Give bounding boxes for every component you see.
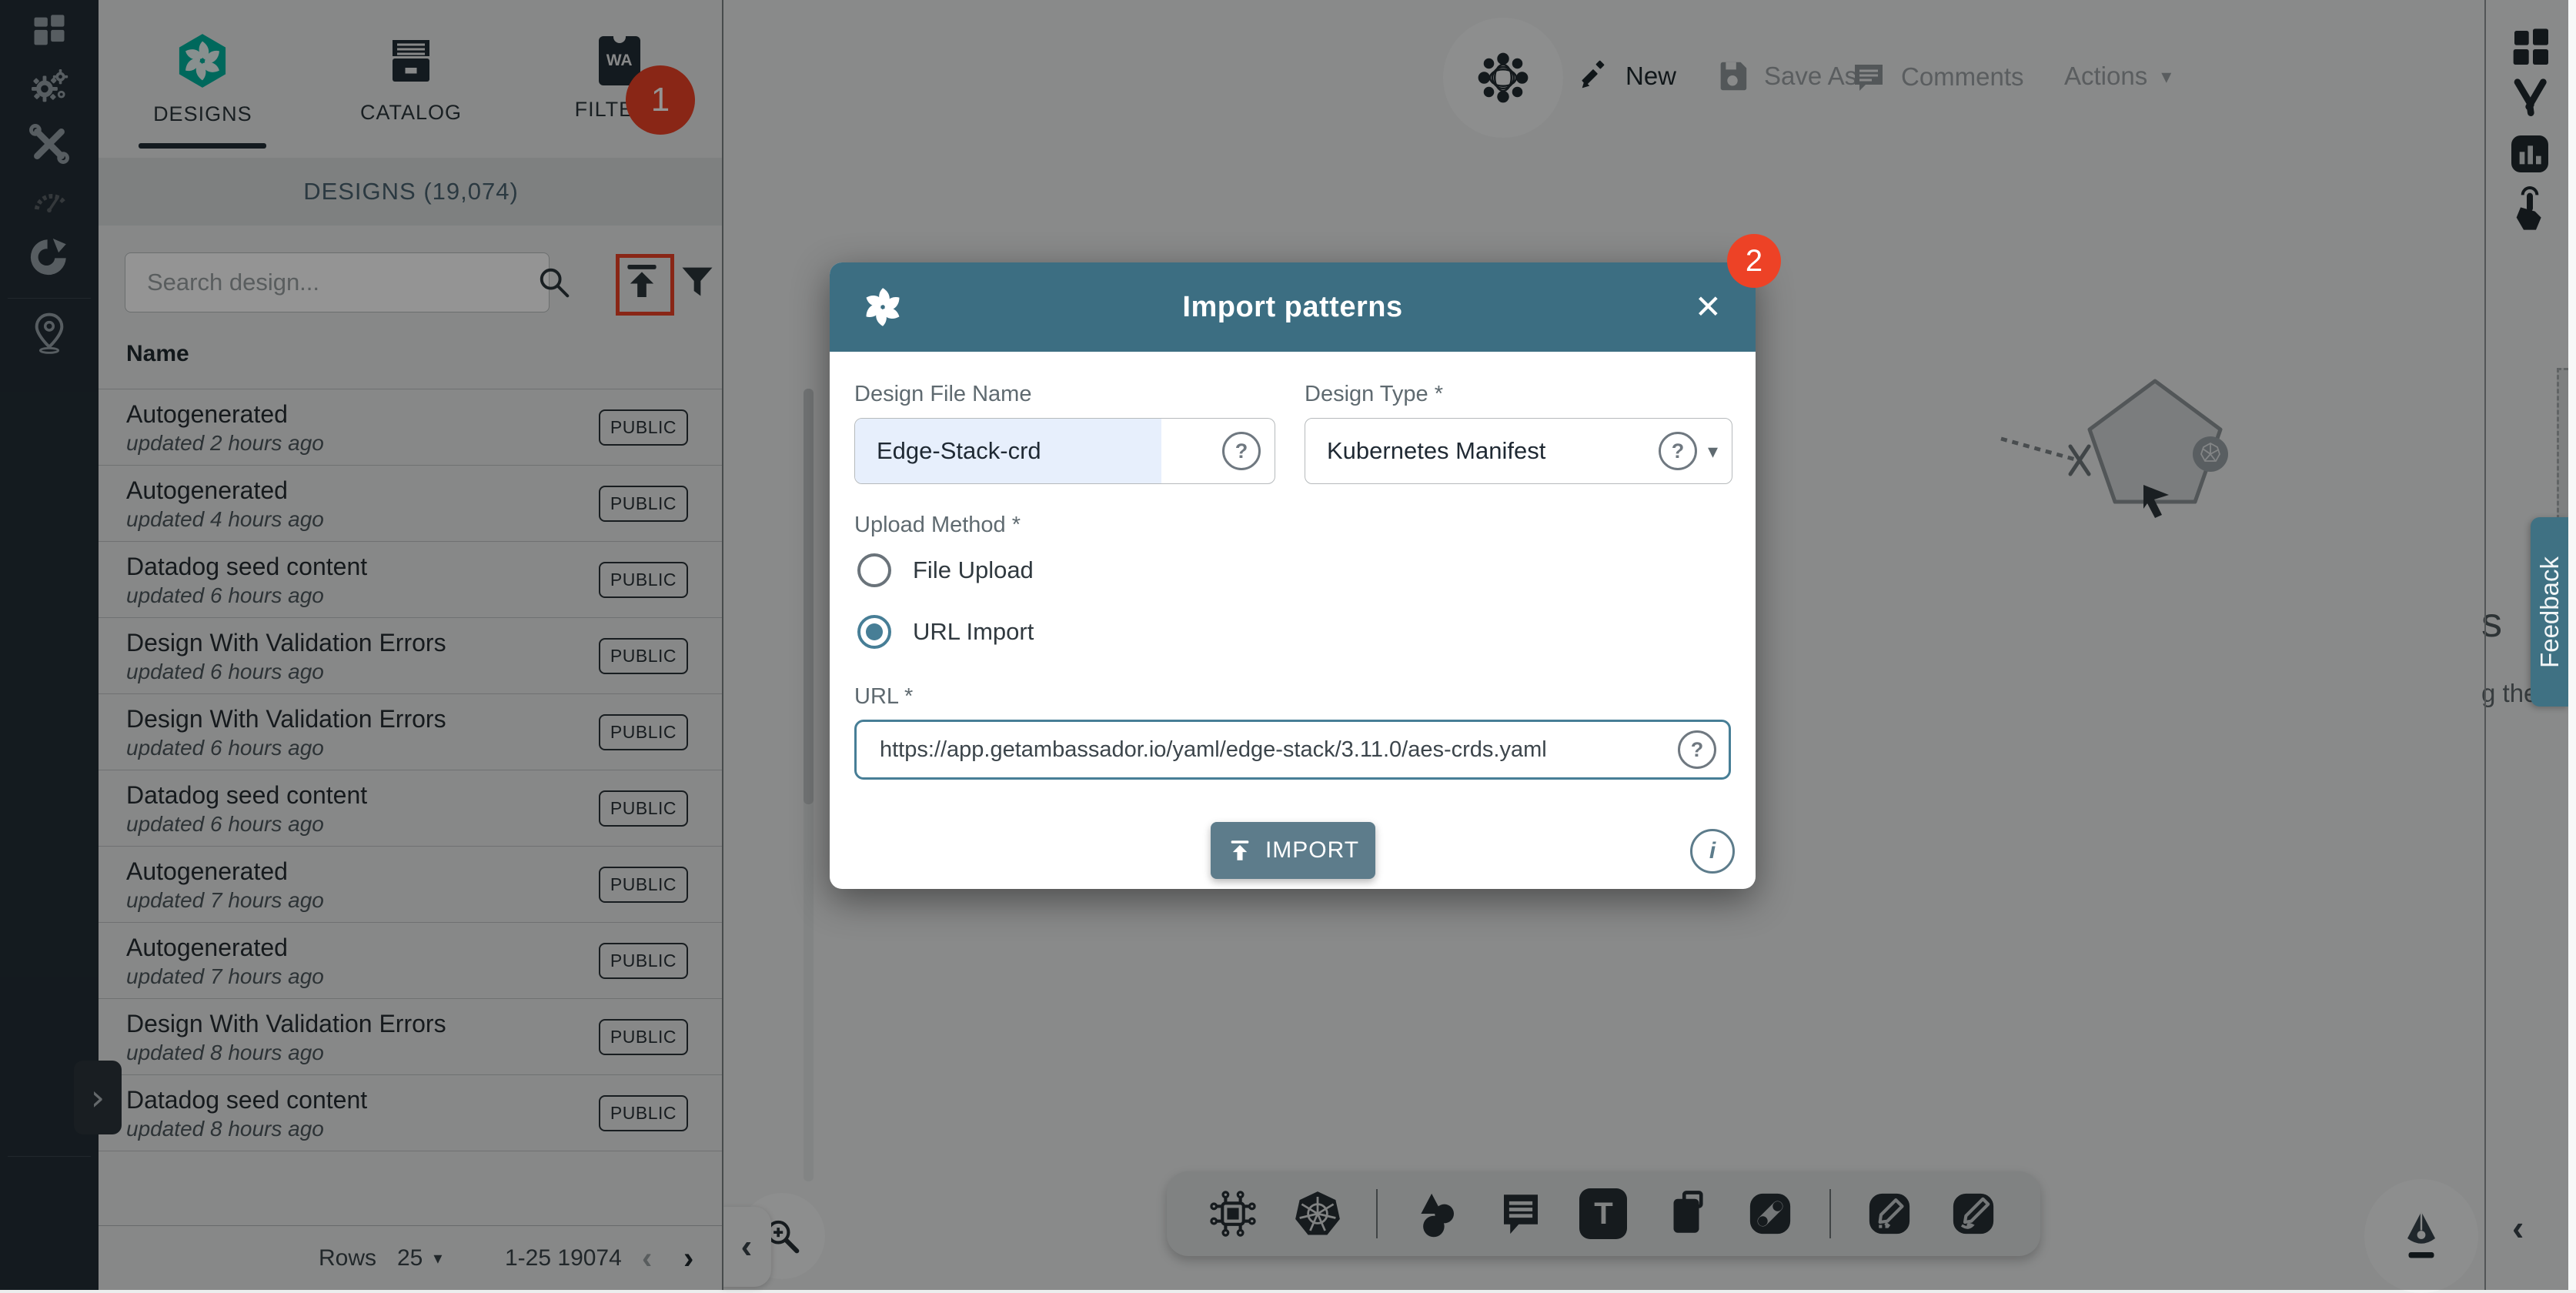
import-patterns-modal: Import patterns ✕ Design File Name Edge-… <box>830 262 1756 889</box>
close-icon[interactable]: ✕ <box>1695 291 1722 323</box>
radio-icon <box>857 553 891 587</box>
radio-url-import-label: URL Import <box>913 618 1034 646</box>
annotation-step-2: 2 <box>1727 234 1781 288</box>
feedback-label: Feedback <box>2535 556 2564 668</box>
url-label: URL * <box>854 684 913 710</box>
browser-scrollbar[interactable] <box>2568 0 2576 1290</box>
feedback-tab[interactable]: Feedback <box>2531 517 2569 707</box>
modal-title: Import patterns <box>830 291 1756 324</box>
help-icon[interactable]: ? <box>1678 730 1716 769</box>
modal-header: Import patterns ✕ <box>830 262 1756 352</box>
info-icon[interactable]: i <box>1690 829 1735 874</box>
design-file-name-field[interactable]: Edge-Stack-crd ? <box>854 418 1275 484</box>
design-type-value: Kubernetes Manifest <box>1305 437 1659 465</box>
design-type-group: Design Type * Kubernetes Manifest ? ▾ <box>1305 382 1732 484</box>
radio-icon <box>857 615 891 649</box>
chevron-down-icon: ▾ <box>1708 439 1718 463</box>
design-file-name-label: Design File Name <box>854 382 1275 407</box>
design-file-name-group: Design File Name Edge-Stack-crd ? <box>854 382 1275 484</box>
url-value: https://app.getambassador.io/yaml/edge-s… <box>857 737 1678 763</box>
help-icon[interactable]: ? <box>1659 432 1697 470</box>
design-type-select[interactable]: Kubernetes Manifest ? ▾ <box>1305 418 1732 484</box>
import-button[interactable]: IMPORT <box>1211 822 1375 879</box>
design-type-label: Design Type * <box>1305 382 1732 407</box>
url-input[interactable]: https://app.getambassador.io/yaml/edge-s… <box>854 720 1731 780</box>
upload-icon <box>1227 837 1253 864</box>
design-file-name-value: Edge-Stack-crd <box>855 437 1222 465</box>
radio-file-upload-label: File Upload <box>913 556 1034 584</box>
radio-url-import[interactable]: URL Import <box>857 615 1034 649</box>
radio-file-upload[interactable]: File Upload <box>857 553 1034 587</box>
help-icon[interactable]: ? <box>1222 432 1261 470</box>
upload-method-label: Upload Method * <box>854 513 1021 538</box>
import-button-label: IMPORT <box>1265 837 1359 864</box>
